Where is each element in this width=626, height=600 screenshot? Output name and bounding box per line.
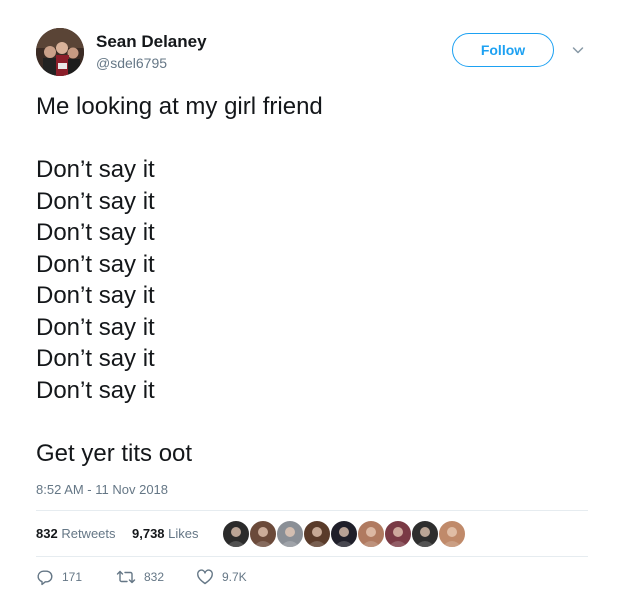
heart-icon <box>197 569 213 585</box>
likes-label: Likes <box>168 526 199 541</box>
tweet-repeated-line: Don’t say it <box>36 156 155 183</box>
likes-stat[interactable]: 9,738 Likes <box>132 526 199 541</box>
tweet-timestamp[interactable]: 8:52 AM - 11 Nov 2018 <box>36 482 168 497</box>
tweet-repeated-line: Don’t say it <box>36 376 155 404</box>
reply-icon <box>37 570 53 586</box>
author-handle[interactable]: @sdel6795 <box>96 55 167 71</box>
retweet-icon <box>116 570 136 584</box>
paragraph-break <box>36 406 596 438</box>
liker-avatar[interactable] <box>222 520 250 548</box>
tweet-repeated-line: Don’t say it <box>36 187 155 215</box>
divider <box>36 510 588 511</box>
tweet-repeated-line: Don’t say it <box>36 219 155 246</box>
more-options-button[interactable] <box>568 40 588 60</box>
tweet-actions: 171 832 9.7K <box>36 566 588 590</box>
reply-count: 171 <box>62 570 83 584</box>
liker-avatar[interactable] <box>276 520 304 548</box>
tweet-repeated-line: Don’t say it <box>36 250 155 278</box>
tweet-closing: Get yer tits oot <box>36 439 193 467</box>
retweet-button[interactable]: 832 <box>116 566 164 588</box>
follow-button[interactable]: Follow <box>452 33 554 67</box>
retweets-label: Retweets <box>61 526 116 541</box>
like-count: 9.7K <box>222 570 247 584</box>
tweet-card: Sean Delaney @sdel6795 Follow Me looking… <box>0 0 626 600</box>
retweets-stat[interactable]: 832 Retweets <box>36 526 116 541</box>
liker-avatar[interactable] <box>303 520 331 548</box>
reply-button[interactable]: 171 <box>36 566 82 588</box>
liker-avatar[interactable] <box>357 520 385 548</box>
like-button[interactable]: 9.7K <box>196 566 247 588</box>
chevron-down-icon <box>572 47 584 54</box>
liker-avatar[interactable] <box>438 520 466 548</box>
avatar-photo <box>36 28 84 76</box>
divider <box>36 556 588 557</box>
tweet-text: Me looking at my girl friend Don’t say i… <box>36 91 596 469</box>
liker-avatar[interactable] <box>249 520 277 548</box>
paragraph-break <box>36 123 596 155</box>
tweet-repeated-line: Don’t say it <box>36 313 155 341</box>
author-avatar[interactable] <box>36 28 84 76</box>
liker-avatar[interactable] <box>384 520 412 548</box>
liker-avatar[interactable] <box>330 520 358 548</box>
author-name[interactable]: Sean Delaney <box>96 32 207 52</box>
retweets-count: 832 <box>36 526 58 541</box>
likes-count: 9,738 <box>132 526 165 541</box>
retweet-count: 832 <box>144 570 165 584</box>
tweet-stats: 832 Retweets 9,738 Likes <box>36 518 588 550</box>
tweet-repeated-line: Don’t say it <box>36 282 155 309</box>
tweet-repeated-line: Don’t say it <box>36 345 155 372</box>
tweet-intro: Me looking at my girl friend <box>36 93 323 120</box>
liker-avatar[interactable] <box>411 520 439 548</box>
tweet-header: Sean Delaney @sdel6795 Follow <box>36 28 596 80</box>
